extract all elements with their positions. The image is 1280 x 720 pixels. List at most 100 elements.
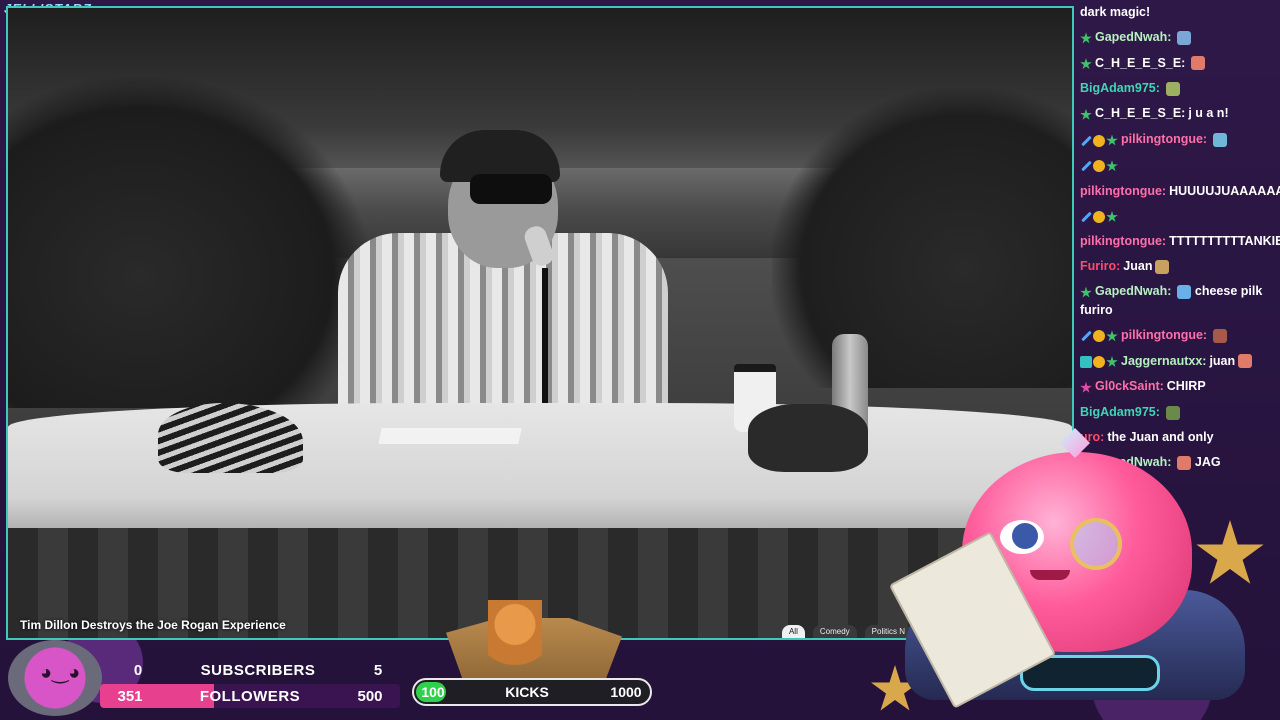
emote-icon	[1177, 455, 1192, 470]
followers-goal: 351 FOLLOWERS 500	[100, 684, 400, 708]
sword-badge-icon	[1081, 211, 1092, 223]
video-title[interactable]: Tim Dillon Destroys the Joe Rogan Experi…	[20, 618, 286, 632]
chat-username[interactable]: Gl0ckSaint:	[1095, 379, 1164, 393]
chat-username[interactable]: pilkingtongue:	[1121, 328, 1207, 342]
chat-badges	[1080, 105, 1093, 123]
chat-username[interactable]: BigAdam975:	[1080, 81, 1160, 95]
chat-username[interactable]: C_H_E_E_S_E:	[1095, 106, 1185, 120]
chat-username[interactable]: pilkingtongue:	[1080, 234, 1166, 248]
chat-message: Jaggernautxx: juan	[1078, 349, 1280, 375]
star-badge-icon	[1080, 32, 1092, 44]
chat-username[interactable]: C_H_E_E_S_E:	[1095, 56, 1185, 70]
emote-icon	[1165, 405, 1180, 420]
chat-badges	[1080, 378, 1093, 396]
chat-text: juan	[1209, 353, 1236, 368]
emote-icon	[1177, 284, 1192, 299]
star-badge-icon	[1080, 286, 1092, 298]
star-badge-icon	[1080, 108, 1092, 120]
chat-panel: dark magic! GapedNwah: C_H_E_E_S_E: BigAdam…	[1078, 0, 1280, 480]
video-scene-grass-left	[8, 78, 368, 408]
emote-icon	[1155, 259, 1170, 274]
chat-message: dark magic!	[1078, 0, 1280, 25]
chat-message: BigAdam975:	[1078, 400, 1280, 425]
kicks-goal-value: 1000	[610, 684, 642, 700]
chat-badges	[1080, 207, 1119, 225]
chat-badges	[1080, 29, 1093, 47]
subscribers-goal-value: 5	[373, 661, 383, 679]
subscribers-current: 0	[133, 661, 143, 679]
chat-username[interactable]: Jaggernautxx:	[1121, 354, 1206, 368]
video-person-sunglasses	[470, 174, 552, 204]
chat-text: dark magic!	[1080, 5, 1151, 19]
chat-message: BigAdam975:	[1078, 76, 1280, 101]
chat-text: the Juan and only	[1107, 430, 1214, 445]
star-badge-icon	[1080, 58, 1092, 70]
chat-message	[1078, 204, 1280, 230]
chat-message: GapedNwah: cheese pilk furiro	[1078, 279, 1280, 323]
coin-badge-icon	[1093, 356, 1105, 369]
square-badge-icon	[1080, 356, 1092, 369]
chat-message: pilkingtongue:	[1078, 127, 1280, 153]
pink-badge-icon	[1080, 381, 1092, 393]
star-badge-icon	[1106, 330, 1118, 342]
chat-text: Juan	[1123, 259, 1153, 274]
coin-badge-icon	[1093, 160, 1105, 173]
chat-username[interactable]: GapedNwah:	[1095, 284, 1171, 298]
chat-badges	[1080, 54, 1093, 72]
chat-username[interactable]: BigAdam975:	[1080, 405, 1160, 419]
star-badge-icon	[1106, 356, 1118, 367]
star-badge-icon	[1106, 210, 1118, 222]
followers-goal-value: 500	[357, 687, 383, 705]
kicks-label: KICKS	[505, 684, 549, 700]
chat-message: C_H_E_E_S_E: j u a n!	[1078, 101, 1280, 127]
chat-text: HUUUUJUAAAAAAAAN	[1169, 183, 1280, 198]
video-player[interactable]: Tim Dillon Destroys the Joe Rogan Experi…	[6, 6, 1074, 640]
chat-text: j u a n!	[1188, 106, 1229, 121]
cat-icon	[488, 600, 542, 670]
kicks-current: 100	[421, 684, 445, 700]
chat-text: TTTTTTTTTTANKIES	[1169, 234, 1280, 249]
logo-face-icon: ◕‿◕	[40, 662, 81, 684]
chat-badges	[1080, 157, 1119, 175]
chat-message: uro: the Juan and only	[1078, 425, 1280, 450]
chat-message: pilkingtongue:	[1078, 323, 1280, 349]
coin-badge-icon	[1093, 210, 1105, 223]
video-papers	[378, 428, 522, 444]
chat-message: pilkingtongue: TTTTTTTTTTANKIES	[1078, 229, 1280, 254]
chat-username[interactable]: pilkingtongue:	[1121, 132, 1207, 146]
mascot-monocle-icon	[1070, 518, 1122, 570]
chip-comedy[interactable]: Comedy	[812, 625, 857, 638]
video-category-chips: All Comedy Politics N	[781, 625, 912, 638]
chip-politics[interactable]: Politics N	[864, 625, 912, 638]
chat-username[interactable]: pilkingtongue:	[1080, 184, 1166, 198]
chat-text: CHIRP	[1166, 379, 1206, 394]
followers-label: FOLLOWERS	[199, 687, 301, 705]
emote-icon	[1177, 30, 1192, 45]
emote-icon	[1165, 82, 1180, 97]
video-mic-stand	[542, 268, 548, 418]
emote-icon	[1238, 354, 1253, 369]
chat-username[interactable]: GapedNwah:	[1095, 30, 1171, 44]
chat-message: Gl0ckSaint: CHIRP	[1078, 374, 1280, 400]
chat-badges	[1080, 352, 1119, 370]
chat-badges	[1080, 327, 1119, 345]
kicks-goal: 100 KICKS 1000	[412, 678, 652, 706]
chat-badges	[1080, 283, 1093, 301]
star-badge-icon	[1106, 160, 1118, 172]
sword-badge-icon	[1081, 331, 1092, 342]
coin-badge-icon	[1093, 134, 1105, 147]
chat-message: Furiro: Juan	[1078, 254, 1280, 279]
chat-text: JAG	[1194, 455, 1221, 470]
mascot-eye-pupil	[1012, 523, 1038, 549]
chat-message: GapedNwah:	[1078, 25, 1280, 51]
mascot-mouth	[1030, 570, 1070, 580]
coin-badge-icon	[1093, 330, 1105, 343]
video-plush-toy	[748, 404, 868, 472]
chat-username[interactable]: Furiro:	[1080, 259, 1120, 273]
chat-message: pilkingtongue:HUUUUJUAAAAAAAAN	[1078, 179, 1280, 204]
subscribers-goal: 0 SUBSCRIBERS 5	[108, 658, 408, 682]
chip-all[interactable]: All	[781, 625, 805, 638]
emote-icon	[1191, 56, 1206, 71]
followers-current: 351	[117, 687, 143, 705]
emote-icon	[1213, 328, 1228, 343]
